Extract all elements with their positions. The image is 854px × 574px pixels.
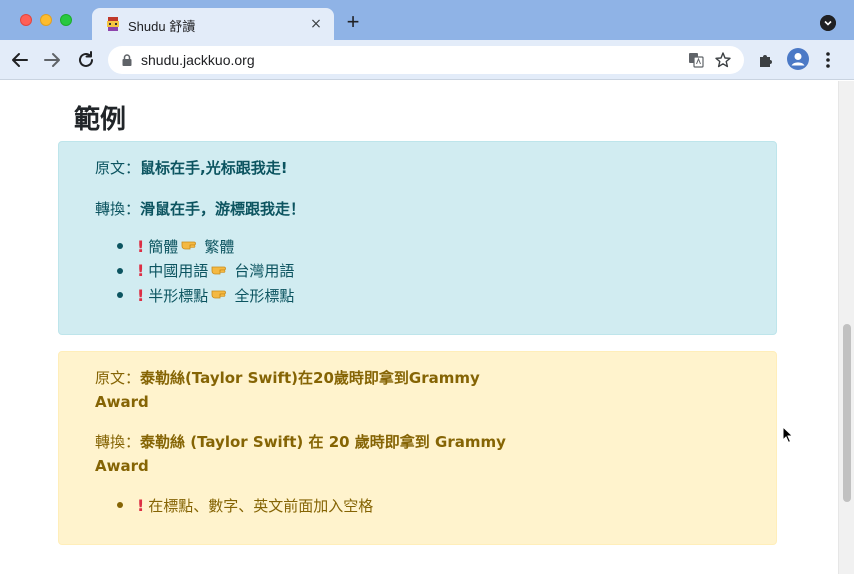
converted-label: 轉換：: [95, 433, 141, 451]
converted-text: 泰勒絲 (Taylor Swift) 在 20 歲時即拿到 Grammy Awa…: [95, 433, 506, 475]
exclamation-icon: !: [137, 495, 145, 515]
original-label: 原文：: [95, 369, 141, 387]
bullet-dot: [117, 502, 123, 509]
url-text[interactable]: shudu.jackkuo.org: [141, 52, 255, 68]
rule-text: 在標點、數字、英文前面加入空格: [148, 496, 374, 515]
page-viewport: 範例 原文：鼠标在手,光标跟我走! 轉換：滑鼠在手，游標跟我走！ ! 簡體 繁體…: [0, 81, 838, 574]
example-panel-warning: 原文：泰勒絲(Taylor Swift)在20歲時即拿到Grammy Award…: [58, 351, 777, 545]
list-item: ! 在標點、數字、英文前面加入空格: [117, 493, 373, 518]
forward-arrow-icon[interactable]: [40, 48, 64, 72]
shudu-favicon-icon: [107, 17, 119, 31]
list-item: ! 中國用語 台灣用語: [117, 259, 294, 284]
scrollbar-thumb[interactable]: [843, 324, 851, 502]
close-window-button[interactable]: [20, 14, 32, 26]
converted-line: 轉換：泰勒絲 (Taylor Swift) 在 20 歲時即拿到 Grammy …: [95, 430, 515, 478]
pointing-hand-icon: [211, 262, 231, 280]
example-panel-info: 原文：鼠标在手,光标跟我走! 轉換：滑鼠在手，游標跟我走！ ! 簡體 繁體 ! …: [58, 141, 777, 335]
browser-toolbar: shudu.jackkuo.org: [0, 40, 854, 80]
rule-to: 台灣用語: [234, 262, 295, 281]
tab-search-icon[interactable]: [820, 15, 836, 31]
page-scrollbar[interactable]: [838, 81, 854, 574]
original-text: 鼠标在手,光标跟我走!: [140, 159, 288, 177]
pointing-hand-icon: [211, 286, 231, 304]
original-line: 原文：泰勒絲(Taylor Swift)在20歲時即拿到Grammy Award: [95, 366, 515, 414]
original-text: 泰勒絲(Taylor Swift)在20歲時即拿到Grammy Award: [95, 369, 480, 411]
bullet-dot: [117, 243, 123, 250]
converted-line: 轉換：滑鼠在手，游標跟我走！: [95, 198, 305, 219]
exclamation-icon: !: [137, 285, 145, 305]
bullet-dot: [117, 292, 123, 299]
page-heading: 範例: [74, 105, 127, 135]
browser-tab[interactable]: Shudu 舒讀 ×: [92, 8, 334, 40]
tab-close-icon[interactable]: ×: [308, 16, 324, 32]
bullet-dot: [117, 267, 123, 274]
back-arrow-icon[interactable]: [8, 48, 32, 72]
bookmark-star-icon[interactable]: [714, 51, 732, 69]
rule-from: 半形標點: [148, 286, 209, 305]
converted-label: 轉換：: [95, 200, 141, 218]
address-bar[interactable]: shudu.jackkuo.org: [108, 46, 744, 74]
translate-icon[interactable]: [688, 52, 704, 68]
list-item: ! 半形標點 全形標點: [117, 283, 294, 308]
new-tab-button[interactable]: +: [344, 11, 362, 33]
exclamation-icon: !: [137, 236, 145, 256]
profile-avatar[interactable]: [787, 48, 809, 70]
person-icon: [791, 53, 805, 66]
rules-list: ! 在標點、數字、英文前面加入空格: [117, 493, 373, 518]
pointing-hand-icon: [181, 237, 201, 255]
converted-text: 滑鼠在手，游標跟我走！: [140, 200, 306, 218]
rule-from: 中國用語: [148, 262, 209, 281]
original-line: 原文：鼠标在手,光标跟我走!: [95, 157, 288, 178]
extensions-puzzle-icon[interactable]: [757, 51, 775, 69]
exclamation-icon: !: [137, 261, 145, 281]
rules-list: ! 簡體 繁體 ! 中國用語 台灣用語 ! 半形標點 全形標點: [117, 234, 294, 308]
reload-icon[interactable]: [74, 48, 98, 72]
rule-from: 簡體: [148, 237, 179, 256]
tab-title: Shudu 舒讀: [128, 19, 196, 34]
menu-dots-icon[interactable]: [825, 51, 831, 69]
rule-to: 繁體: [204, 237, 235, 256]
minimize-window-button[interactable]: [40, 14, 52, 26]
maximize-window-button[interactable]: [60, 14, 72, 26]
mouse-pointer-icon: [782, 426, 794, 444]
tab-strip: Shudu 舒讀 × +: [0, 0, 854, 40]
rule-to: 全形標點: [234, 286, 295, 305]
original-label: 原文：: [95, 159, 141, 177]
list-item: ! 簡體 繁體: [117, 234, 294, 259]
lock-icon[interactable]: [120, 53, 134, 67]
